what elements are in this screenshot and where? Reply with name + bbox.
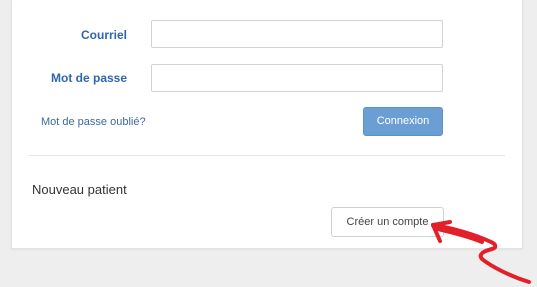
- password-field[interactable]: [151, 64, 443, 92]
- email-field[interactable]: [151, 20, 443, 48]
- red-arrow-icon: [431, 220, 531, 284]
- section-divider: [29, 155, 505, 156]
- forgot-password-link[interactable]: Mot de passe oublié?: [41, 116, 146, 128]
- email-label: Courriel: [81, 28, 128, 42]
- login-button[interactable]: Connexion: [363, 107, 443, 136]
- create-account-button[interactable]: Créer un compte: [331, 207, 444, 237]
- password-label: Mot de passe: [51, 71, 128, 85]
- new-patient-heading: Nouveau patient: [32, 182, 127, 197]
